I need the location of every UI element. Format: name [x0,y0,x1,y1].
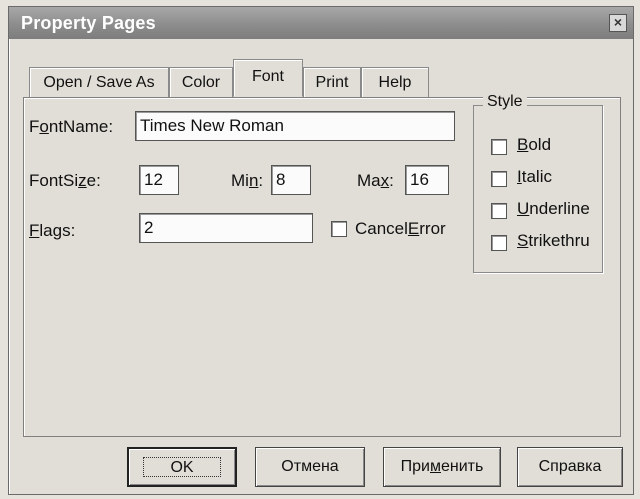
tab-help[interactable]: Help [361,67,429,97]
tab-print[interactable]: Print [303,67,361,97]
ok-focus-rect [143,457,221,477]
min-label: Min: [231,171,264,190]
underline-checkbox[interactable] [491,203,507,219]
cancelerror-label: CancelError [355,219,446,238]
apply-button[interactable]: Применить [383,447,501,487]
tab-color[interactable]: Color [169,67,233,97]
cancel-button[interactable]: Отмена [255,447,365,487]
tab-open-save-as[interactable]: Open / Save As [29,67,169,97]
max-label: Max: [357,171,394,190]
window-title: Property Pages [21,13,156,33]
underline-label: Underline [517,199,590,218]
tab-font[interactable]: Font [233,59,303,97]
strikethru-label: Strikethru [517,231,590,250]
italic-checkbox[interactable] [491,171,507,187]
bold-checkbox[interactable] [491,139,507,155]
bold-label: Bold [517,135,552,154]
property-pages-dialog: Property Pages × Open / Save As Color Fo… [8,6,634,495]
flags-input[interactable]: 2 [139,213,313,243]
fontname-input[interactable]: Times New Roman [135,111,455,141]
flags-label: Flags: [29,221,76,240]
strikethru-checkbox[interactable] [491,235,507,251]
close-button[interactable]: × [609,14,627,32]
fontsize-label: FontSize: [29,171,101,190]
help-button[interactable]: Справка [517,447,623,487]
min-input[interactable]: 8 [271,165,311,195]
max-input[interactable]: 16 [405,165,449,195]
cancelerror-checkbox[interactable] [331,221,347,237]
fontname-label: FontName: [29,117,114,136]
ok-button[interactable]: OK [127,447,237,487]
italic-label: Italic [517,167,552,186]
style-group-title: Style [483,93,527,111]
fontsize-input[interactable]: 12 [139,165,179,195]
title-bar[interactable]: Property Pages × [9,7,633,39]
